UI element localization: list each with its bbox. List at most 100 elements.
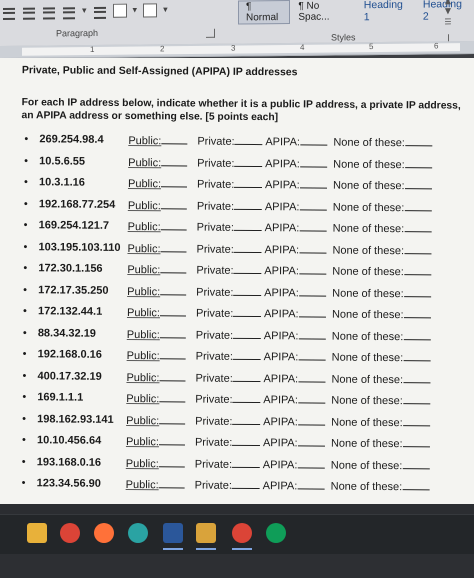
option-private[interactable]: Private: (195, 435, 261, 450)
answer-blank[interactable] (404, 243, 432, 254)
option-private[interactable]: Private: (197, 177, 263, 192)
answer-blank[interactable] (403, 308, 431, 319)
option-public[interactable]: Public: (127, 327, 186, 341)
answer-blank[interactable] (160, 284, 187, 295)
answer-blank[interactable] (297, 436, 325, 447)
files-icon[interactable] (196, 523, 216, 550)
answer-blank[interactable] (233, 220, 263, 232)
chevron-down-icon[interactable]: ▾ (133, 6, 138, 16)
option-none[interactable]: None of these: (331, 372, 431, 386)
answer-blank[interactable] (234, 134, 263, 146)
word-icon[interactable] (163, 523, 183, 550)
option-public[interactable]: Public: (127, 349, 186, 362)
chrome-profile-icon[interactable] (232, 523, 252, 550)
option-none[interactable]: None of these: (333, 200, 432, 214)
answer-blank[interactable] (232, 392, 261, 404)
option-private[interactable]: Private: (197, 199, 263, 213)
answer-blank[interactable] (233, 328, 262, 339)
answer-blank[interactable] (297, 479, 325, 490)
option-none[interactable]: None of these: (332, 308, 431, 322)
answer-blank[interactable] (402, 394, 430, 405)
answer-blank[interactable] (161, 134, 188, 145)
option-public[interactable]: Public: (126, 478, 185, 491)
option-none[interactable]: None of these: (333, 222, 432, 236)
option-private[interactable]: Private: (196, 349, 262, 364)
option-none[interactable]: None of these: (332, 329, 431, 343)
align-left-icon[interactable] (2, 5, 16, 19)
answer-blank[interactable] (232, 414, 261, 425)
answer-blank[interactable] (404, 200, 432, 211)
answer-blank[interactable] (402, 480, 430, 491)
option-public[interactable]: Public: (126, 435, 186, 448)
style-no-spacing[interactable]: ¶ No Spac... (290, 0, 355, 24)
style-heading-1[interactable]: Heading 1 (356, 0, 415, 23)
answer-blank[interactable] (299, 242, 327, 254)
answer-blank[interactable] (159, 392, 186, 403)
answer-blank[interactable] (160, 241, 187, 252)
answer-blank[interactable] (402, 415, 430, 426)
chevron-up-icon[interactable]: ▲ (445, 0, 451, 5)
answer-blank[interactable] (232, 349, 262, 361)
answer-blank[interactable] (160, 198, 187, 209)
option-none[interactable]: None of these: (331, 458, 430, 472)
answer-blank[interactable] (159, 413, 186, 424)
option-apipa[interactable]: APIPA: (264, 307, 326, 320)
sort-icon[interactable] (93, 4, 107, 18)
option-public[interactable]: Public: (128, 177, 188, 190)
option-apipa[interactable]: APIPA: (265, 156, 327, 170)
answer-blank[interactable] (402, 437, 430, 448)
option-apipa[interactable]: APIPA: (264, 328, 326, 342)
answer-blank[interactable] (161, 155, 188, 166)
option-none[interactable]: None of these: (331, 394, 430, 408)
chrome-icon[interactable] (60, 523, 80, 543)
option-public[interactable]: Public: (126, 413, 186, 427)
option-apipa[interactable]: APIPA: (264, 264, 327, 277)
option-public[interactable]: Public: (128, 134, 188, 147)
option-private[interactable]: Private: (195, 392, 261, 407)
style-normal[interactable]: ¶ Normal (238, 0, 291, 25)
option-apipa[interactable]: APIPA: (264, 242, 327, 256)
answer-blank[interactable] (404, 179, 432, 190)
option-private[interactable]: Private: (196, 285, 262, 299)
answer-blank[interactable] (159, 349, 186, 360)
answer-blank[interactable] (158, 456, 185, 467)
answer-blank[interactable] (297, 393, 326, 404)
option-private[interactable]: Private: (196, 306, 262, 321)
answer-blank[interactable] (403, 265, 431, 276)
option-public[interactable]: Public: (127, 284, 187, 298)
answer-blank[interactable] (160, 220, 187, 231)
answer-blank[interactable] (404, 136, 432, 147)
answer-blank[interactable] (298, 285, 326, 297)
answer-blank[interactable] (158, 478, 185, 489)
answer-blank[interactable] (160, 306, 187, 317)
option-public[interactable]: Public: (127, 263, 187, 276)
option-apipa[interactable]: APIPA: (263, 436, 325, 449)
answer-blank[interactable] (298, 328, 326, 340)
more-styles-icon[interactable]: ☰ (444, 17, 451, 26)
option-none[interactable]: None of these: (331, 415, 430, 429)
answer-blank[interactable] (158, 435, 186, 446)
answer-blank[interactable] (297, 414, 325, 426)
answer-blank[interactable] (298, 264, 327, 275)
edge-icon[interactable] (128, 523, 148, 543)
answer-blank[interactable] (234, 199, 263, 210)
option-public[interactable]: Public: (127, 241, 187, 255)
option-none[interactable]: None of these: (332, 243, 432, 257)
chevron-down-icon[interactable]: ▾ (163, 5, 168, 15)
option-apipa[interactable]: APIPA: (265, 199, 327, 213)
option-apipa[interactable]: APIPA: (263, 371, 326, 385)
option-private[interactable]: Private: (196, 263, 262, 278)
option-public[interactable]: Public: (128, 198, 187, 212)
paragraph-dialog-launcher-icon[interactable] (206, 28, 215, 38)
option-apipa[interactable]: APIPA: (263, 457, 325, 471)
answer-blank[interactable] (233, 263, 262, 275)
option-public[interactable]: Public: (126, 456, 185, 470)
answer-blank[interactable] (403, 351, 431, 362)
answer-blank[interactable] (234, 177, 263, 189)
option-none[interactable]: None of these: (333, 179, 432, 193)
answer-blank[interactable] (232, 371, 261, 382)
answer-blank[interactable] (299, 221, 327, 232)
answer-blank[interactable] (299, 135, 328, 146)
chevron-down-icon[interactable]: ▼ (445, 7, 451, 16)
answer-blank[interactable] (299, 178, 327, 189)
